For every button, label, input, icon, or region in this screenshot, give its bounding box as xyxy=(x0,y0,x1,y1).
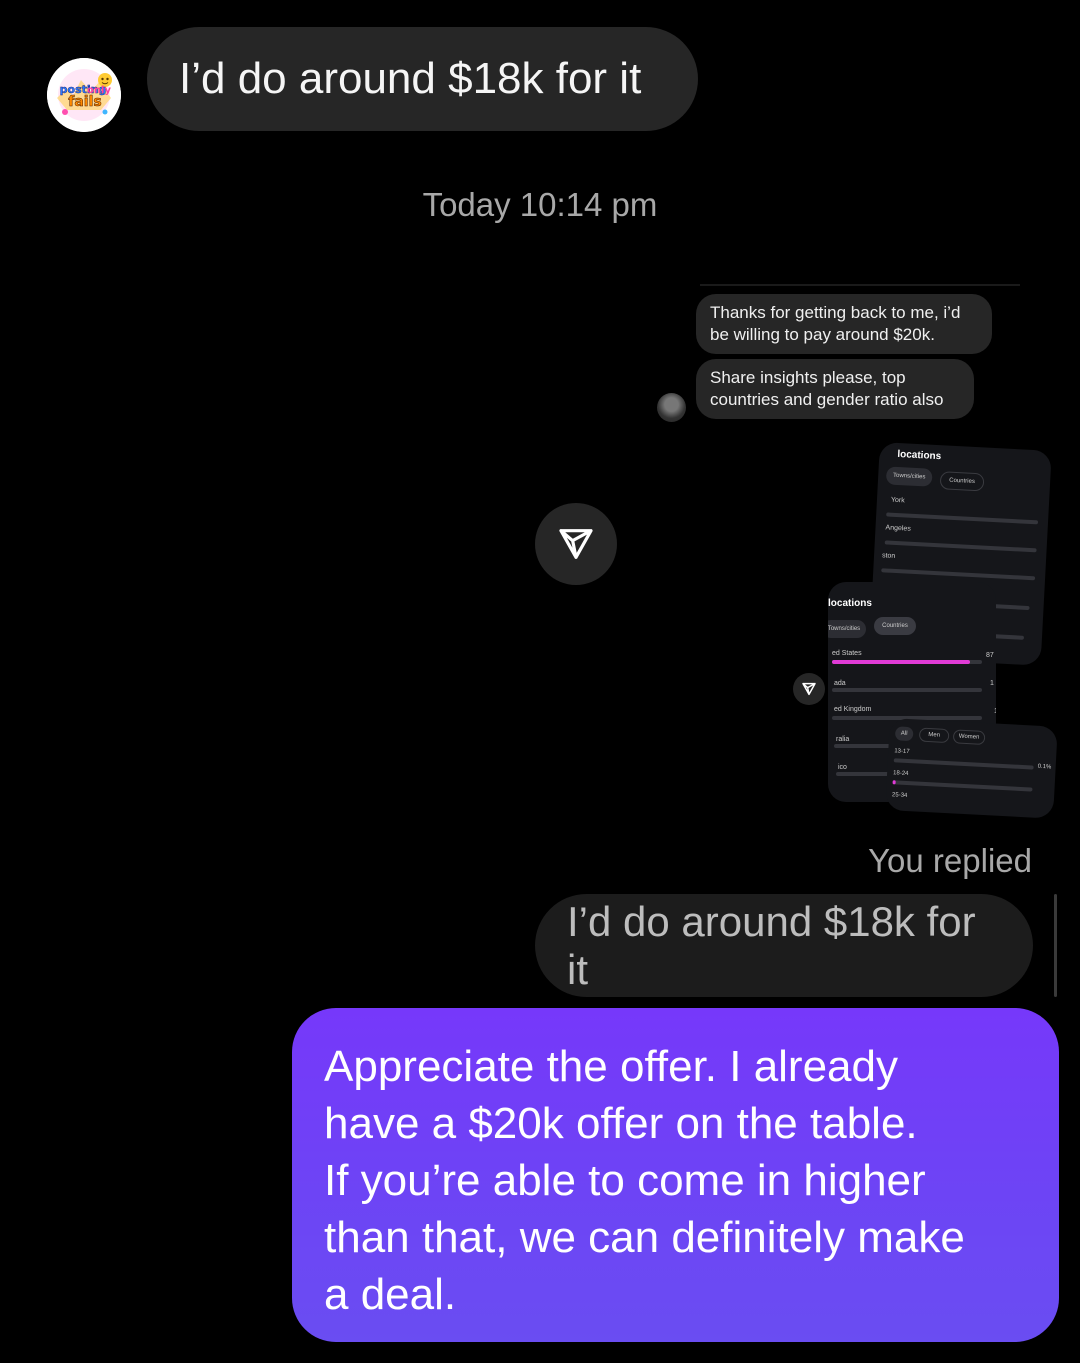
card-cities-tab-towns: Towns/cities xyxy=(885,466,933,487)
card-age-value-1: 0.1% xyxy=(1037,763,1052,771)
embed-message-1: Thanks for getting back to me, i’d be wi… xyxy=(696,294,992,354)
reply-indicator-bar xyxy=(1054,894,1057,997)
embed-share-button xyxy=(793,673,825,705)
card-countries-row-5: ico xyxy=(838,764,847,771)
outgoing-line-5: a deal. xyxy=(324,1270,457,1319)
card-countries-row-4: ralia xyxy=(836,736,850,743)
card-age-track-2 xyxy=(892,780,1033,792)
chat-timestamp: Today 10:14 pm xyxy=(422,186,658,223)
card-cities-track-3 xyxy=(881,568,1036,581)
card-cities-row-1: York xyxy=(890,496,905,505)
card-age-row-2: 18-24 xyxy=(892,770,909,778)
incoming-message-text: I’d do around $18k for it xyxy=(179,54,642,103)
card-countries-row-1: ed States xyxy=(832,650,862,657)
card-age-row-3: 25-34 xyxy=(891,792,908,800)
card-cities-row-2: Angeles xyxy=(885,524,911,533)
you-replied-label: You replied xyxy=(868,842,1032,879)
card-cities-title: locations xyxy=(897,448,942,463)
card-countries-fill-1 xyxy=(832,660,970,664)
card-countries-row-2: ada xyxy=(834,680,846,687)
quoted-reply-text: I’d do around $18k for it xyxy=(567,897,976,993)
embed-avatar xyxy=(657,393,686,422)
outgoing-line-4: than that, we can definitely make xyxy=(324,1213,965,1262)
card-age-tab-men: Men xyxy=(918,727,950,744)
share-arrow-icon xyxy=(559,529,593,559)
card-age-tab-all: All xyxy=(894,726,914,742)
sender-avatar[interactable]: posting only fails xyxy=(47,58,121,132)
card-countries-tab-countries: Countries xyxy=(874,617,916,635)
embed-message-1-text: Thanks for getting back to me, i’d be wi… xyxy=(710,303,961,344)
card-countries-title: locations xyxy=(828,598,872,609)
outgoing-line-2: have a $20k offer on the table. xyxy=(324,1099,918,1148)
card-countries-value-1: 87 xyxy=(986,652,994,659)
embed-message-2-text: Share insights please, top countries and… xyxy=(710,368,944,409)
card-cities-track-1 xyxy=(886,512,1039,525)
card-countries-track-2 xyxy=(832,688,982,692)
card-cities-track-2 xyxy=(884,540,1037,553)
outgoing-line-3: If you’re able to come in higher xyxy=(324,1156,926,1205)
card-age-fill-2 xyxy=(892,780,896,785)
incoming-message-bubble[interactable]: I’d do around $18k for it xyxy=(147,27,698,131)
card-cities-row-3: ston xyxy=(881,552,896,560)
insights-card-age: All Men Women 13-17 0.1% 18-24 25-34 xyxy=(885,718,1058,819)
embed-message-2: Share insights please, top countries and… xyxy=(696,359,974,419)
embed-divider xyxy=(700,284,1020,286)
card-age-tab-women: Women xyxy=(952,729,986,745)
card-age-row-1: 13-17 xyxy=(894,748,910,756)
card-countries-row-3: ed Kingdom xyxy=(834,706,872,713)
card-age-track-1 xyxy=(893,758,1034,770)
card-countries-tab-towns: Towns/cities xyxy=(828,620,866,638)
brand-text-3: fails xyxy=(68,94,101,110)
card-countries-track-5 xyxy=(836,772,894,776)
quoted-reply-bubble[interactable]: I’d do around $18k for it xyxy=(535,894,1033,997)
share-arrow-icon xyxy=(802,682,816,696)
card-countries-value-2: 1 xyxy=(990,680,994,687)
card-countries-value-3: 1 xyxy=(994,708,996,715)
share-button[interactable] xyxy=(535,503,617,585)
outgoing-line-1: Appreciate the offer. I already xyxy=(324,1042,898,1091)
outgoing-message-bubble[interactable]: Appreciate the offer. I already have a $… xyxy=(292,1008,1059,1342)
card-cities-tab-countries: Countries xyxy=(939,471,985,492)
brand-avatar-icon: posting only fails xyxy=(47,58,121,132)
